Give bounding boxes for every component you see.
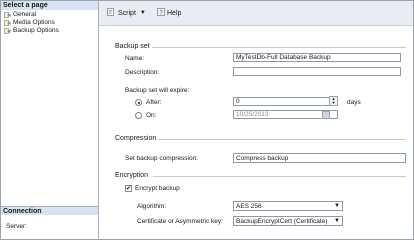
help-button[interactable]: ? Help bbox=[157, 8, 181, 18]
name-input[interactable]: MyTestDb-Full Database Backup bbox=[233, 53, 401, 62]
on-label: On: bbox=[146, 112, 157, 119]
help-icon: ? bbox=[157, 8, 165, 18]
cert-select[interactable]: BackupEncryptCert (Certificate) ▼ bbox=[233, 216, 343, 226]
encrypt-label: Encrypt backup bbox=[135, 185, 180, 192]
days-spinner[interactable]: ▲ ▼ bbox=[329, 96, 338, 106]
section-backup-set: Backup set bbox=[115, 43, 150, 50]
encrypt-checkbox[interactable]: ✔ bbox=[125, 185, 132, 192]
algorithm-select[interactable]: AES 256 ▼ bbox=[233, 201, 343, 211]
after-label: After: bbox=[146, 99, 162, 106]
script-label: Script bbox=[118, 9, 136, 17]
page-icon bbox=[4, 19, 11, 26]
page-item-label: General bbox=[13, 11, 37, 18]
expire-label: Backup set will expire: bbox=[125, 87, 190, 94]
spin-down-icon[interactable]: ▼ bbox=[330, 101, 337, 105]
cert-label: Certificate or Asymmetric key: bbox=[137, 218, 223, 225]
cert-value: BackupEncryptCert (Certificate) bbox=[236, 218, 328, 225]
description-input[interactable] bbox=[233, 67, 401, 76]
script-button[interactable]: Script ▼ bbox=[107, 8, 146, 18]
section-compression: Compression bbox=[115, 135, 157, 142]
select-page-header: Select a page bbox=[1, 1, 98, 10]
compression-select[interactable]: Compress backup bbox=[233, 153, 406, 163]
toolbar: Script ▼ ? Help bbox=[99, 1, 413, 26]
page-item-general[interactable]: General bbox=[4, 11, 36, 18]
left-panel: Select a page General Media Options Back… bbox=[1, 1, 99, 239]
calendar-icon[interactable] bbox=[322, 111, 330, 119]
section-divider bbox=[152, 47, 406, 48]
script-icon bbox=[107, 8, 115, 18]
on-radio[interactable] bbox=[135, 112, 142, 119]
days-label: days bbox=[347, 99, 361, 106]
compression-value: Compress backup bbox=[236, 155, 289, 162]
name-label: Name: bbox=[125, 55, 145, 62]
section-divider bbox=[158, 139, 406, 140]
algorithm-label: Algorithm: bbox=[137, 203, 167, 210]
backup-dialog: Select a page General Media Options Back… bbox=[0, 0, 414, 240]
description-label: Description: bbox=[125, 69, 160, 76]
section-divider bbox=[153, 176, 406, 177]
section-encryption: Encryption bbox=[115, 172, 149, 179]
page-item-label: Media Options bbox=[13, 19, 55, 26]
help-label: Help bbox=[167, 9, 182, 17]
chevron-down-icon[interactable]: ▼ bbox=[334, 217, 340, 226]
dropdown-arrow-icon[interactable]: ▼ bbox=[140, 10, 146, 16]
page-icon bbox=[4, 11, 11, 18]
algorithm-value: AES 256 bbox=[236, 203, 262, 210]
page-item-media-options[interactable]: Media Options bbox=[4, 19, 55, 26]
compression-label: Set backup compression: bbox=[125, 155, 198, 162]
server-label: Server: bbox=[6, 223, 27, 230]
connection-header: Connection bbox=[1, 206, 98, 215]
chevron-down-icon[interactable]: ▼ bbox=[334, 202, 340, 211]
page-icon bbox=[4, 27, 11, 34]
after-days-input[interactable]: 0 bbox=[233, 97, 331, 106]
page-item-label: Backup Options bbox=[13, 27, 59, 34]
after-radio[interactable] bbox=[135, 99, 142, 106]
page-item-backup-options[interactable]: Backup Options bbox=[4, 27, 59, 34]
